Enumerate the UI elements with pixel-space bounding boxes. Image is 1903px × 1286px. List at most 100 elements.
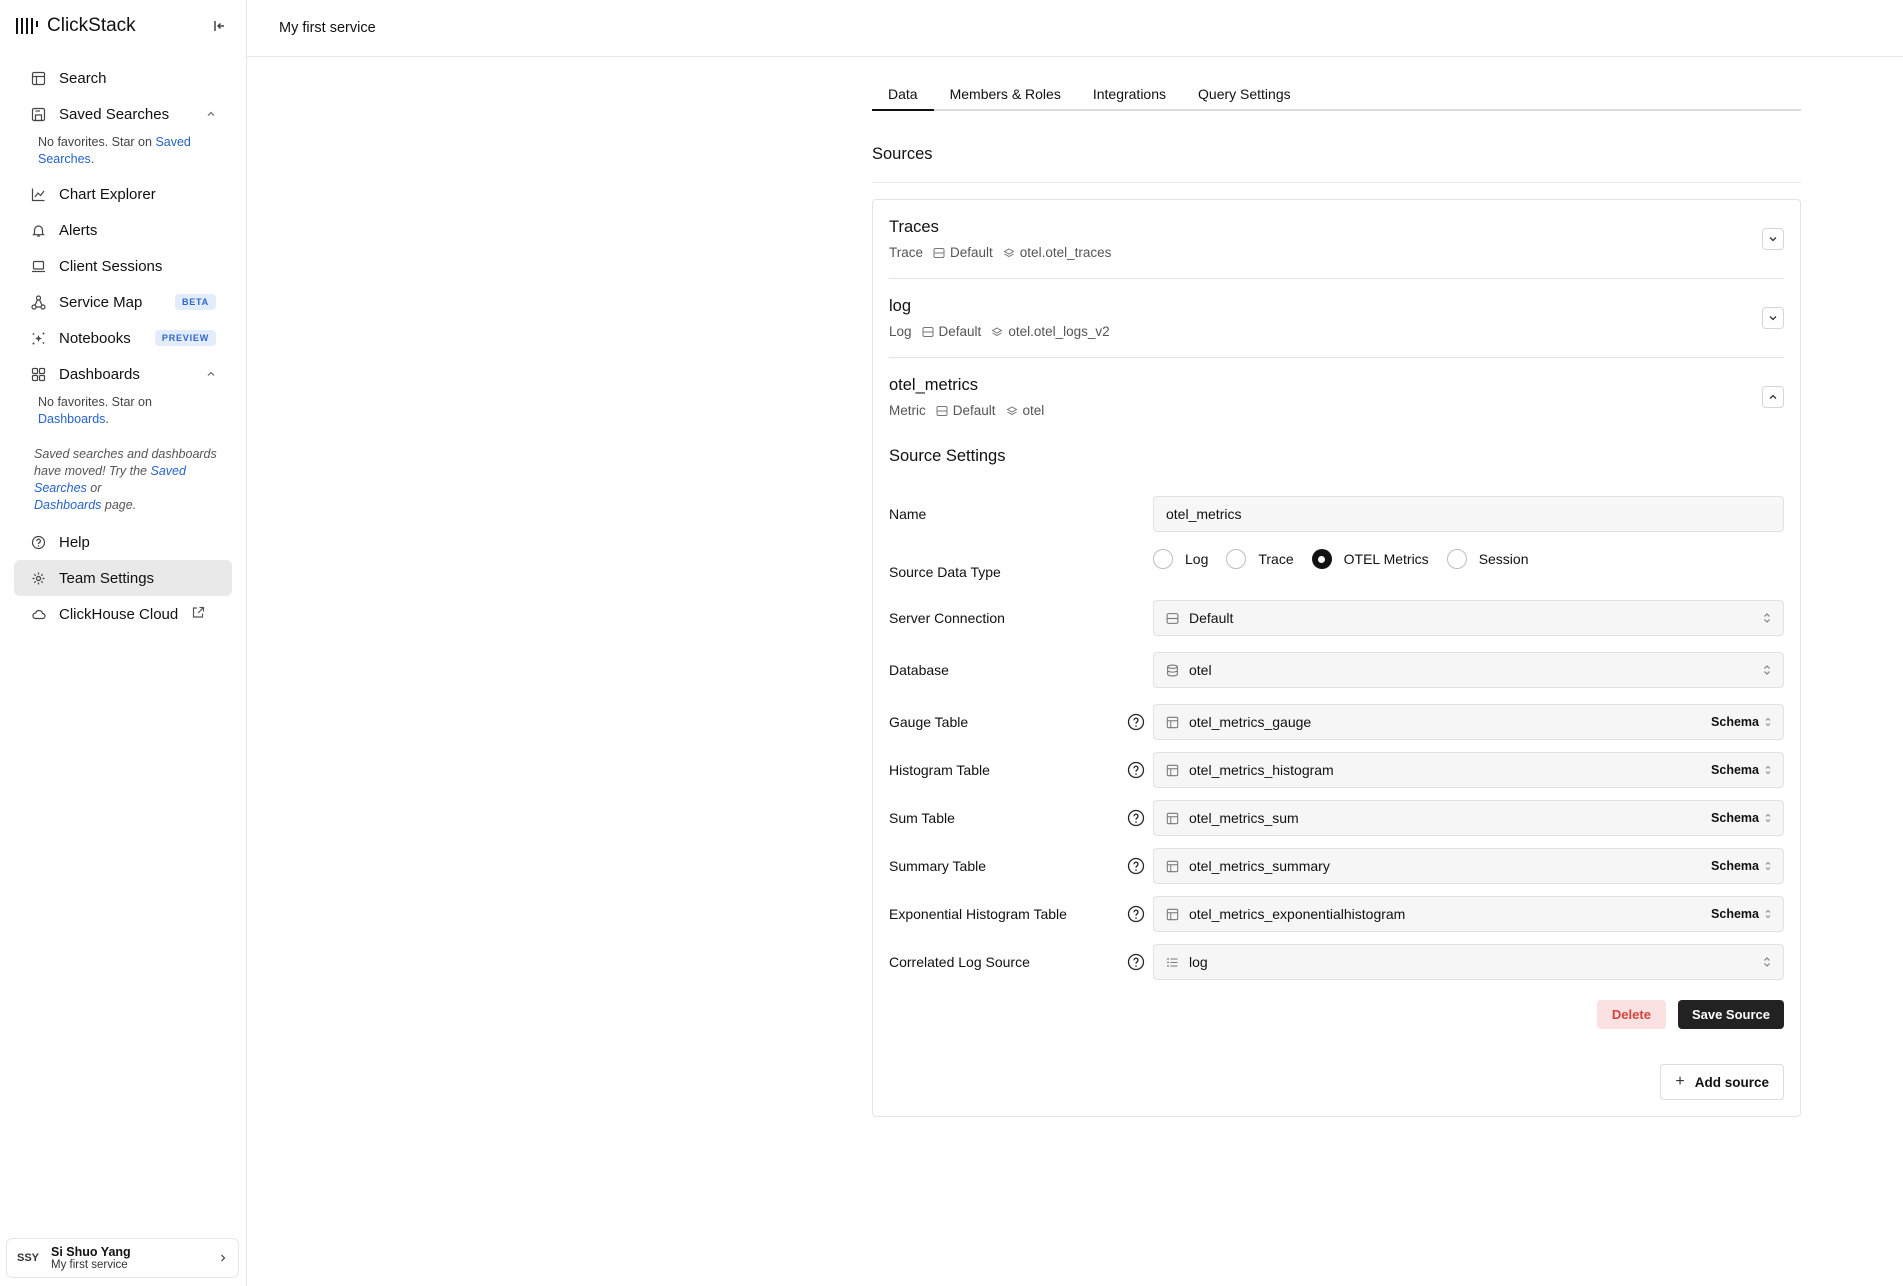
moved-dashboards-link[interactable]: Dashboards (34, 498, 101, 512)
sidebar-item-label: Team Settings (59, 569, 155, 587)
main: My first service Data Members & Roles In… (247, 0, 1903, 1286)
sidebar-item-saved-searches[interactable]: Saved Searches (14, 96, 232, 132)
table-icon (1166, 860, 1179, 873)
source-kind: Metric (889, 403, 926, 418)
help-circle-icon[interactable] (1119, 713, 1153, 731)
sidebar-item-label: Saved Searches (59, 105, 170, 123)
sidebar-item-label: Alerts (59, 221, 98, 239)
histogram-table-select[interactable]: otel_metrics_histogram Schema (1153, 752, 1784, 788)
help-circle-icon[interactable] (1119, 953, 1153, 971)
schema-button[interactable]: Schema (1711, 811, 1759, 825)
expand-chevron-down-icon[interactable] (1762, 228, 1784, 250)
name-input[interactable]: otel_metrics (1153, 496, 1784, 532)
sidebar: ClickStack Search Saved Searches No favo… (0, 0, 247, 1286)
radio-log[interactable]: Log (1153, 549, 1208, 569)
sidebar-item-label: ClickHouse Cloud (59, 605, 179, 623)
sidebar-item-help[interactable]: Help (14, 524, 232, 560)
chevron-up-icon[interactable] (206, 106, 216, 123)
form-actions: Delete Save Source (889, 1000, 1784, 1029)
add-source-button[interactable]: + Add source (1660, 1064, 1784, 1100)
sidebar-item-label: Dashboards (59, 365, 140, 383)
tab-query-settings[interactable]: Query Settings (1182, 84, 1307, 111)
grid-icon (30, 366, 46, 382)
sidebar-item-search[interactable]: Search (14, 60, 232, 96)
schema-button[interactable]: Schema (1711, 715, 1759, 729)
settings-tabs: Data Members & Roles Integrations Query … (872, 84, 1801, 111)
sidebar-item-label: Client Sessions (59, 257, 163, 275)
user-menu[interactable]: SSY Si Shuo Yang My first service (6, 1238, 239, 1278)
sidebar-item-label: Help (59, 533, 90, 551)
chevron-right-icon (218, 1250, 228, 1267)
schema-button[interactable]: Schema (1711, 859, 1759, 873)
database-icon (1166, 664, 1179, 677)
source-type-label: Source Data Type (889, 564, 1001, 580)
source-settings-title: Source Settings (889, 447, 1006, 465)
layers-icon (1003, 247, 1015, 257)
preview-badge: PREVIEW (154, 330, 216, 346)
sidebar-item-clickhouse-cloud[interactable]: ClickHouse Cloud (14, 596, 232, 632)
correlated-log-source-select[interactable]: log (1153, 944, 1784, 980)
source-table: otel.otel_logs_v2 (1008, 324, 1110, 339)
dashboards-link[interactable]: Dashboards (38, 412, 105, 426)
sidebar-item-team-settings[interactable]: Team Settings (14, 560, 232, 596)
source-type-radios: Log Trace OTEL Metrics Session (1153, 548, 1547, 569)
select-arrows-icon (1763, 664, 1771, 676)
server-connection-select[interactable]: Default (1153, 600, 1784, 636)
exponential-histogram-table-label: Exponential Histogram Table (889, 906, 1067, 922)
sidebar-item-alerts[interactable]: Alerts (14, 212, 232, 248)
user-name: Si Shuo Yang (51, 1245, 131, 1259)
beta-badge: BETA (174, 294, 216, 310)
tab-data[interactable]: Data (872, 84, 934, 111)
source-meta: Log Default otel.otel_logs_v2 (889, 324, 1784, 339)
source-connection: Default (950, 245, 993, 260)
add-source-wrap: + Add source (889, 1064, 1784, 1100)
help-circle-icon[interactable] (1119, 857, 1153, 875)
sidebar-item-service-map[interactable]: Service Map BETA (14, 284, 232, 320)
page-title: My first service (247, 0, 1903, 57)
radio-trace[interactable]: Trace (1226, 549, 1294, 569)
dashboards-empty-note: No favorites. Star on Dashboards. (38, 395, 152, 426)
save-source-button[interactable]: Save Source (1677, 1000, 1784, 1029)
select-arrows-icon (1765, 765, 1771, 775)
help-circle-icon[interactable] (1119, 809, 1153, 827)
sidebar-item-label: Notebooks (59, 329, 131, 347)
database-select[interactable]: otel (1153, 652, 1784, 688)
expand-chevron-down-icon[interactable] (1762, 307, 1784, 329)
exponential-histogram-table-select[interactable]: otel_metrics_exponentialhistogram Schema (1153, 896, 1784, 932)
sum-table-select[interactable]: otel_metrics_sum Schema (1153, 800, 1784, 836)
collapse-chevron-up-icon[interactable] (1762, 386, 1784, 408)
delete-button[interactable]: Delete (1596, 1000, 1666, 1029)
server-icon (933, 247, 945, 258)
brand-name: ClickStack (47, 15, 136, 36)
tab-members-roles[interactable]: Members & Roles (934, 84, 1077, 111)
chevron-up-icon[interactable] (206, 366, 216, 383)
sources-list: Traces Trace Default otel.otel_traces lo… (872, 199, 1801, 1117)
select-arrows-icon (1765, 909, 1771, 919)
sidebar-item-client-sessions[interactable]: Client Sessions (14, 248, 232, 284)
server-connection-label: Server Connection (889, 610, 1005, 626)
histogram-table-row: Histogram Table otel_metrics_histogram S… (889, 752, 1784, 788)
sidebar-item-chart-explorer[interactable]: Chart Explorer (14, 176, 232, 212)
schema-button[interactable]: Schema (1711, 763, 1759, 777)
schema-button[interactable]: Schema (1711, 907, 1759, 921)
radio-otel-metrics[interactable]: OTEL Metrics (1311, 549, 1429, 569)
gauge-table-select[interactable]: otel_metrics_gauge Schema (1153, 704, 1784, 740)
sidebar-item-notebooks[interactable]: Notebooks PREVIEW (14, 320, 232, 356)
summary-table-select[interactable]: otel_metrics_summary Schema (1153, 848, 1784, 884)
table-icon (1166, 812, 1179, 825)
collapse-sidebar-icon[interactable] (210, 16, 230, 36)
correlated-log-source-label: Correlated Log Source (889, 954, 1030, 970)
external-link-icon (192, 606, 205, 623)
table-icon (1166, 716, 1179, 729)
source-row-otel-metrics: otel_metrics Metric Default otel (889, 358, 1784, 437)
sidebar-item-dashboards[interactable]: Dashboards (14, 356, 232, 392)
tab-integrations[interactable]: Integrations (1077, 84, 1182, 111)
table-icon (1166, 908, 1179, 921)
avatar: SSY (17, 1252, 40, 1264)
source-row-log: log Log Default otel.otel_logs_v2 (889, 279, 1784, 358)
help-circle-icon[interactable] (1119, 905, 1153, 923)
layers-icon (991, 326, 1003, 336)
database-label: Database (889, 662, 949, 678)
radio-session[interactable]: Session (1446, 549, 1529, 569)
help-circle-icon[interactable] (1119, 761, 1153, 779)
